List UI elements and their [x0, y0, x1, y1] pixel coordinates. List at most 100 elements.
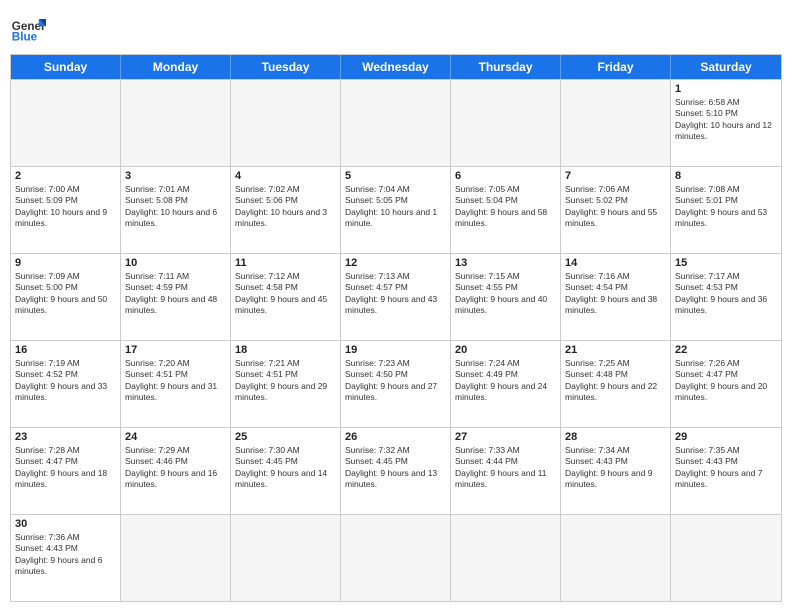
calendar-cell	[451, 80, 561, 166]
day-info: Sunrise: 7:26 AM Sunset: 4:47 PM Dayligh…	[675, 358, 777, 404]
calendar-cell	[231, 515, 341, 601]
calendar-cell: 27Sunrise: 7:33 AM Sunset: 4:44 PM Dayli…	[451, 428, 561, 514]
calendar-cell	[231, 80, 341, 166]
calendar-header: SundayMondayTuesdayWednesdayThursdayFrid…	[11, 55, 781, 79]
calendar-body: 1 Sunrise: 6:58 AM Sunset: 5:10 PM Daylig…	[11, 79, 781, 601]
day-info: Sunrise: 7:01 AM Sunset: 5:08 PM Dayligh…	[125, 184, 226, 230]
calendar-cell: 25 Sunrise: 7:30 AM Sunset: 4:45 PM Dayli…	[231, 428, 341, 514]
calendar-cell: 12 Sunrise: 7:13 AM Sunset: 4:57 PM Dayli…	[341, 254, 451, 340]
day-number: 22	[675, 344, 777, 356]
calendar-cell: 26 Sunrise: 7:32 AM Sunset: 4:45 PM Dayli…	[341, 428, 451, 514]
calendar-row-2: 9 Sunrise: 7:09 AM Sunset: 5:00 PM Daylig…	[11, 253, 781, 340]
calendar-cell	[121, 515, 231, 601]
day-number: 13	[455, 257, 556, 269]
weekday-header-friday: Friday	[561, 55, 671, 79]
calendar-cell: 21 Sunrise: 7:25 AM Sunset: 4:48 PM Dayli…	[561, 341, 671, 427]
calendar-cell	[561, 80, 671, 166]
day-info: Sunrise: 7:15 AM Sunset: 4:55 PM Dayligh…	[455, 271, 556, 317]
calendar-cell	[121, 80, 231, 166]
day-info: Sunrise: 7:13 AM Sunset: 4:57 PM Dayligh…	[345, 271, 446, 317]
day-number: 9	[15, 257, 116, 269]
day-number: 8	[675, 170, 777, 182]
day-info: Sunrise: 7:32 AM Sunset: 4:45 PM Dayligh…	[345, 445, 446, 491]
day-info: Sunrise: 7:21 AM Sunset: 4:51 PM Dayligh…	[235, 358, 336, 404]
day-number: 1	[675, 83, 777, 95]
day-number: 26	[345, 431, 446, 443]
day-info: Sunrise: 6:58 AM Sunset: 5:10 PM Dayligh…	[675, 97, 777, 143]
day-number: 14	[565, 257, 666, 269]
calendar-cell: 11 Sunrise: 7:12 AM Sunset: 4:58 PM Dayli…	[231, 254, 341, 340]
day-info: Sunrise: 7:24 AM Sunset: 4:49 PM Dayligh…	[455, 358, 556, 404]
calendar-cell: 2 Sunrise: 7:00 AM Sunset: 5:09 PM Daylig…	[11, 167, 121, 253]
day-number: 29	[675, 431, 777, 443]
day-info: Sunrise: 7:20 AM Sunset: 4:51 PM Dayligh…	[125, 358, 226, 404]
calendar-cell: 19 Sunrise: 7:23 AM Sunset: 4:50 PM Dayli…	[341, 341, 451, 427]
svg-text:Blue: Blue	[12, 31, 38, 44]
day-info: Sunrise: 7:09 AM Sunset: 5:00 PM Dayligh…	[15, 271, 116, 317]
calendar-cell: 9 Sunrise: 7:09 AM Sunset: 5:00 PM Daylig…	[11, 254, 121, 340]
weekday-header-sunday: Sunday	[11, 55, 121, 79]
calendar-cell: 22 Sunrise: 7:26 AM Sunset: 4:47 PM Dayli…	[671, 341, 781, 427]
calendar-row-5: 30 Sunrise: 7:36 AM Sunset: 4:43 PM Dayli…	[11, 514, 781, 601]
day-info: Sunrise: 7:00 AM Sunset: 5:09 PM Dayligh…	[15, 184, 116, 230]
day-info: Sunrise: 7:34 AM Sunset: 4:43 PM Dayligh…	[565, 445, 666, 491]
day-number: 5	[345, 170, 446, 182]
day-number: 21	[565, 344, 666, 356]
day-number: 23	[15, 431, 116, 443]
calendar-row-3: 16Sunrise: 7:19 AM Sunset: 4:52 PM Dayli…	[11, 340, 781, 427]
day-number: 4	[235, 170, 336, 182]
calendar: SundayMondayTuesdayWednesdayThursdayFrid…	[10, 54, 782, 602]
calendar-cell: 7Sunrise: 7:06 AM Sunset: 5:02 PM Daylig…	[561, 167, 671, 253]
weekday-header-monday: Monday	[121, 55, 231, 79]
calendar-cell: 30 Sunrise: 7:36 AM Sunset: 4:43 PM Dayli…	[11, 515, 121, 601]
day-info: Sunrise: 7:25 AM Sunset: 4:48 PM Dayligh…	[565, 358, 666, 404]
calendar-cell: 3 Sunrise: 7:01 AM Sunset: 5:08 PM Daylig…	[121, 167, 231, 253]
day-number: 16	[15, 344, 116, 356]
day-number: 2	[15, 170, 116, 182]
day-info: Sunrise: 7:05 AM Sunset: 5:04 PM Dayligh…	[455, 184, 556, 230]
day-info: Sunrise: 7:28 AM Sunset: 4:47 PM Dayligh…	[15, 445, 116, 491]
day-number: 7	[565, 170, 666, 182]
logo-icon: General Blue	[10, 10, 46, 46]
calendar-cell: 10 Sunrise: 7:11 AM Sunset: 4:59 PM Dayli…	[121, 254, 231, 340]
calendar-cell: 29Sunrise: 7:35 AM Sunset: 4:43 PM Dayli…	[671, 428, 781, 514]
day-info: Sunrise: 7:11 AM Sunset: 4:59 PM Dayligh…	[125, 271, 226, 317]
day-number: 12	[345, 257, 446, 269]
calendar-row-1: 2 Sunrise: 7:00 AM Sunset: 5:09 PM Daylig…	[11, 166, 781, 253]
logo: General Blue	[10, 10, 46, 46]
day-info: Sunrise: 7:30 AM Sunset: 4:45 PM Dayligh…	[235, 445, 336, 491]
day-info: Sunrise: 7:23 AM Sunset: 4:50 PM Dayligh…	[345, 358, 446, 404]
day-number: 3	[125, 170, 226, 182]
day-number: 19	[345, 344, 446, 356]
calendar-cell: 5 Sunrise: 7:04 AM Sunset: 5:05 PM Daylig…	[341, 167, 451, 253]
day-info: Sunrise: 7:12 AM Sunset: 4:58 PM Dayligh…	[235, 271, 336, 317]
day-number: 10	[125, 257, 226, 269]
calendar-cell: 4Sunrise: 7:02 AM Sunset: 5:06 PM Daylig…	[231, 167, 341, 253]
calendar-cell	[561, 515, 671, 601]
day-info: Sunrise: 7:29 AM Sunset: 4:46 PM Dayligh…	[125, 445, 226, 491]
calendar-cell: 18Sunrise: 7:21 AM Sunset: 4:51 PM Dayli…	[231, 341, 341, 427]
calendar-cell	[341, 515, 451, 601]
calendar-cell: 14Sunrise: 7:16 AM Sunset: 4:54 PM Dayli…	[561, 254, 671, 340]
calendar-cell	[671, 515, 781, 601]
calendar-row-4: 23 Sunrise: 7:28 AM Sunset: 4:47 PM Dayli…	[11, 427, 781, 514]
calendar-cell: 16Sunrise: 7:19 AM Sunset: 4:52 PM Dayli…	[11, 341, 121, 427]
weekday-header-saturday: Saturday	[671, 55, 781, 79]
calendar-cell: 20Sunrise: 7:24 AM Sunset: 4:49 PM Dayli…	[451, 341, 561, 427]
day-number: 30	[15, 518, 116, 530]
day-info: Sunrise: 7:08 AM Sunset: 5:01 PM Dayligh…	[675, 184, 777, 230]
day-info: Sunrise: 7:36 AM Sunset: 4:43 PM Dayligh…	[15, 532, 116, 578]
day-number: 17	[125, 344, 226, 356]
calendar-cell: 17 Sunrise: 7:20 AM Sunset: 4:51 PM Dayli…	[121, 341, 231, 427]
calendar-cell: 8 Sunrise: 7:08 AM Sunset: 5:01 PM Daylig…	[671, 167, 781, 253]
header: General Blue	[10, 10, 782, 46]
day-number: 15	[675, 257, 777, 269]
day-number: 28	[565, 431, 666, 443]
day-number: 25	[235, 431, 336, 443]
weekday-header-thursday: Thursday	[451, 55, 561, 79]
weekday-header-wednesday: Wednesday	[341, 55, 451, 79]
calendar-cell: 6Sunrise: 7:05 AM Sunset: 5:04 PM Daylig…	[451, 167, 561, 253]
day-number: 11	[235, 257, 336, 269]
day-info: Sunrise: 7:04 AM Sunset: 5:05 PM Dayligh…	[345, 184, 446, 230]
page: General Blue SundayMondayTuesdayWednesda…	[0, 0, 792, 612]
